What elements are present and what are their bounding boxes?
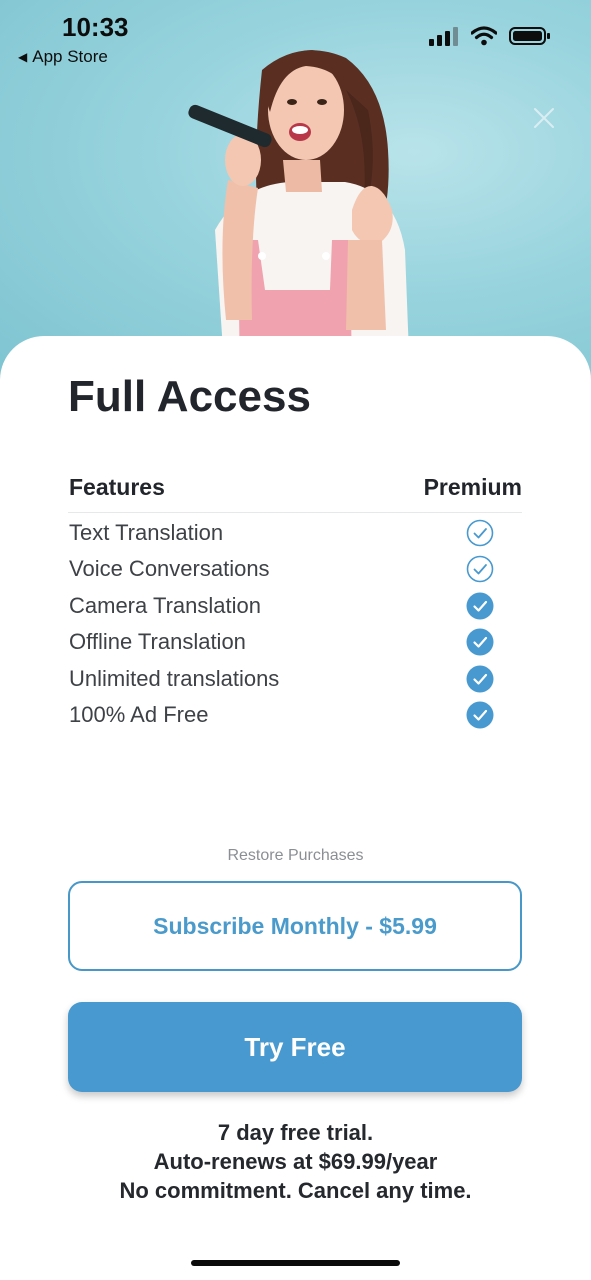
- fine-print-line: Auto-renews at $69.99/year: [153, 1149, 438, 1174]
- feature-label: 100% Ad Free: [69, 701, 209, 727]
- feature-label: Camera Translation: [69, 592, 261, 618]
- page-title: Full Access: [68, 372, 311, 421]
- feature-row: Text Translation: [68, 516, 522, 552]
- home-indicator[interactable]: [191, 1260, 400, 1266]
- restore-purchases-link[interactable]: Restore Purchases: [0, 847, 591, 865]
- premium-column-header: Premium: [423, 474, 522, 500]
- back-to-app-store-link[interactable]: ◀ App Store: [18, 47, 108, 67]
- subscribe-monthly-button[interactable]: Subscribe Monthly - $5.99: [68, 881, 522, 971]
- subscribe-monthly-label: Subscribe Monthly - $5.99: [153, 912, 437, 939]
- hero-banner: 10:33 ◀ App Store: [0, 0, 591, 380]
- status-icons: [429, 26, 551, 46]
- checkmark-filled-icon: [466, 701, 494, 729]
- feature-label: Unlimited translations: [69, 665, 280, 691]
- feature-label: Voice Conversations: [69, 556, 270, 582]
- feature-row: Offline Translation: [68, 625, 522, 661]
- back-link-label: App Store: [32, 47, 108, 66]
- fine-print-line: 7 day free trial.: [217, 1120, 374, 1145]
- wifi-icon: [471, 26, 497, 46]
- feature-row: Voice Conversations: [68, 552, 522, 588]
- fine-print: 7 day free trial. Auto-renews at $69.99/…: [0, 1118, 591, 1205]
- paywall-sheet: Full Access Features Premium Text Transl…: [0, 336, 591, 1280]
- checkmark-outline-icon: [466, 519, 494, 547]
- checkmark-filled-icon: [466, 665, 494, 693]
- close-icon[interactable]: [533, 107, 555, 129]
- fine-print-line: No commitment. Cancel any time.: [119, 1178, 472, 1203]
- try-free-label: Try Free: [244, 1031, 346, 1062]
- signal-icon: [429, 27, 458, 46]
- feature-row: Camera Translation: [68, 589, 522, 625]
- features-list: Text Translation Voice Conversations Cam…: [68, 516, 522, 734]
- feature-label: Text Translation: [69, 520, 224, 545]
- feature-label: Offline Translation: [69, 629, 246, 655]
- status-time: 10:33: [62, 12, 129, 42]
- checkmark-outline-icon: [466, 556, 494, 583]
- checkmark-filled-icon: [466, 592, 494, 620]
- battery-icon: [509, 27, 550, 45]
- feature-row: 100% Ad Free: [68, 698, 522, 734]
- try-free-button[interactable]: Try Free: [68, 1002, 522, 1092]
- back-arrow-icon: ◀: [18, 50, 28, 64]
- feature-row: Unlimited translations: [68, 662, 522, 698]
- features-column-header: Features: [69, 474, 165, 500]
- features-table-header: Features Premium: [68, 474, 522, 513]
- checkmark-filled-icon: [466, 628, 494, 656]
